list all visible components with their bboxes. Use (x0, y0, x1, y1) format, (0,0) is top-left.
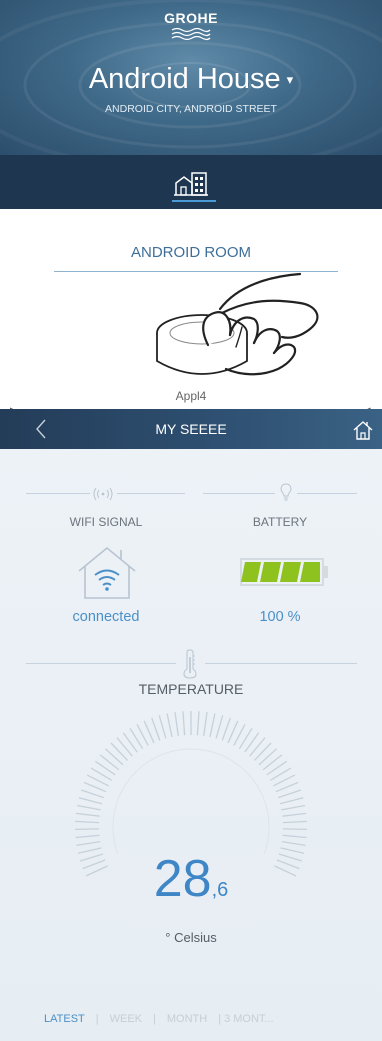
gauge-tick (262, 754, 283, 771)
thermometer-icon (183, 649, 197, 679)
grohe-waves-icon (171, 27, 211, 41)
gauge-tick (277, 789, 302, 799)
gauge-tick (281, 804, 306, 811)
gauge-tick (99, 754, 120, 771)
house-tab-bar (0, 155, 382, 209)
gauge-tick (254, 742, 272, 761)
gauge-tick (174, 712, 179, 736)
gauge-tick (75, 820, 100, 824)
gauge-tick (80, 789, 105, 799)
gauge-tick (221, 717, 231, 741)
gauge-inner-arc (112, 748, 270, 854)
gauge-tick (76, 804, 101, 811)
gauge-tick (74, 828, 100, 831)
gauge-tick (104, 748, 124, 766)
gauge-tick (282, 812, 307, 817)
tab-3-months[interactable]: 3 MONT... (224, 1013, 274, 1025)
gauge-tick (75, 834, 100, 839)
gauge-tick (182, 711, 186, 736)
gauge-tick (166, 713, 173, 738)
wifi-status: connected (72, 609, 140, 625)
tab-latest[interactable]: LATEST (44, 1013, 85, 1025)
wifi-separator-left (26, 493, 90, 494)
temperature-label: TEMPERATURE (138, 681, 244, 697)
battery-icon (240, 558, 328, 586)
gauge-tick (83, 781, 107, 793)
gauge-tick (215, 715, 224, 739)
device-detail-title: MY SEEEE (155, 421, 227, 437)
tab-month[interactable]: MONTH (167, 1013, 207, 1025)
gauge-tick (75, 812, 100, 817)
device-detail-header: MY SEEEE (0, 409, 382, 449)
tab-divider: | (218, 1013, 222, 1025)
gauge-tick (282, 834, 307, 839)
gauge-tick (76, 840, 101, 847)
battery-separator-left (203, 493, 275, 494)
battery-separator-right (297, 493, 357, 494)
tab-divider: | (95, 1013, 99, 1025)
home-icon[interactable] (352, 419, 374, 441)
active-tab-indicator (172, 200, 216, 202)
wifi-house-icon (78, 546, 136, 599)
gauge-tick (282, 820, 307, 824)
hand-tapping-sensor-illustration[interactable] (150, 269, 340, 389)
house-selector[interactable]: Android House ▾ (0, 63, 382, 96)
gauge-tick (249, 737, 266, 757)
building-icon[interactable] (173, 165, 209, 201)
room-name[interactable]: ANDROID ROOM (0, 244, 382, 261)
gauge-tick (78, 797, 103, 805)
temperature-value: 28,6 (0, 849, 382, 909)
tab-week[interactable]: WEEK (110, 1013, 142, 1025)
signal-icon (93, 487, 113, 501)
bulb-icon (280, 483, 292, 501)
device-name[interactable]: Appl4 (0, 389, 382, 403)
temperature-integer: 28 (153, 850, 212, 908)
room-section: ANDROID ROOM Appl4 ▸ ◂ (0, 209, 382, 413)
gauge-tick (209, 713, 216, 738)
temperature-decimal: ,6 (211, 879, 229, 901)
gauge-tick (282, 828, 308, 831)
gauge-tick (279, 797, 304, 805)
tab-divider: | (153, 1013, 156, 1025)
gauge-tick (281, 840, 306, 847)
temperature-unit: ° Celsius (165, 930, 217, 945)
gauge-tick (203, 712, 208, 736)
house-address: ANDROID CITY, ANDROID STREET (105, 103, 277, 115)
dropdown-caret-icon: ▾ (286, 72, 294, 88)
gauge-tick (275, 781, 299, 793)
gauge-tick (116, 737, 133, 757)
gauge-tick (196, 711, 200, 736)
gauge-tick (151, 717, 161, 741)
gauge-tick (158, 715, 167, 739)
wifi-label: WIFI SIGNAL (69, 515, 143, 529)
battery-value: 100 % (259, 609, 301, 625)
period-tabs: LATEST | WEEK | MONTH | 3 MONT... (44, 1013, 274, 1025)
temperature-separator-right (205, 663, 357, 664)
house-name: Android House (88, 63, 281, 95)
device-detail-body: WIFI SIGNAL BATTERY connected 100 % TEMP… (0, 449, 382, 1041)
wifi-separator-right (117, 493, 185, 494)
battery-label: BATTERY (252, 515, 308, 529)
gauge-tick (258, 748, 278, 766)
grohe-logo: GROHE (164, 10, 218, 26)
gauge-tick (110, 742, 128, 761)
house-header: GROHE Android House ▾ ANDROID CITY, ANDRO… (0, 0, 382, 155)
temperature-separator-left (26, 663, 176, 664)
